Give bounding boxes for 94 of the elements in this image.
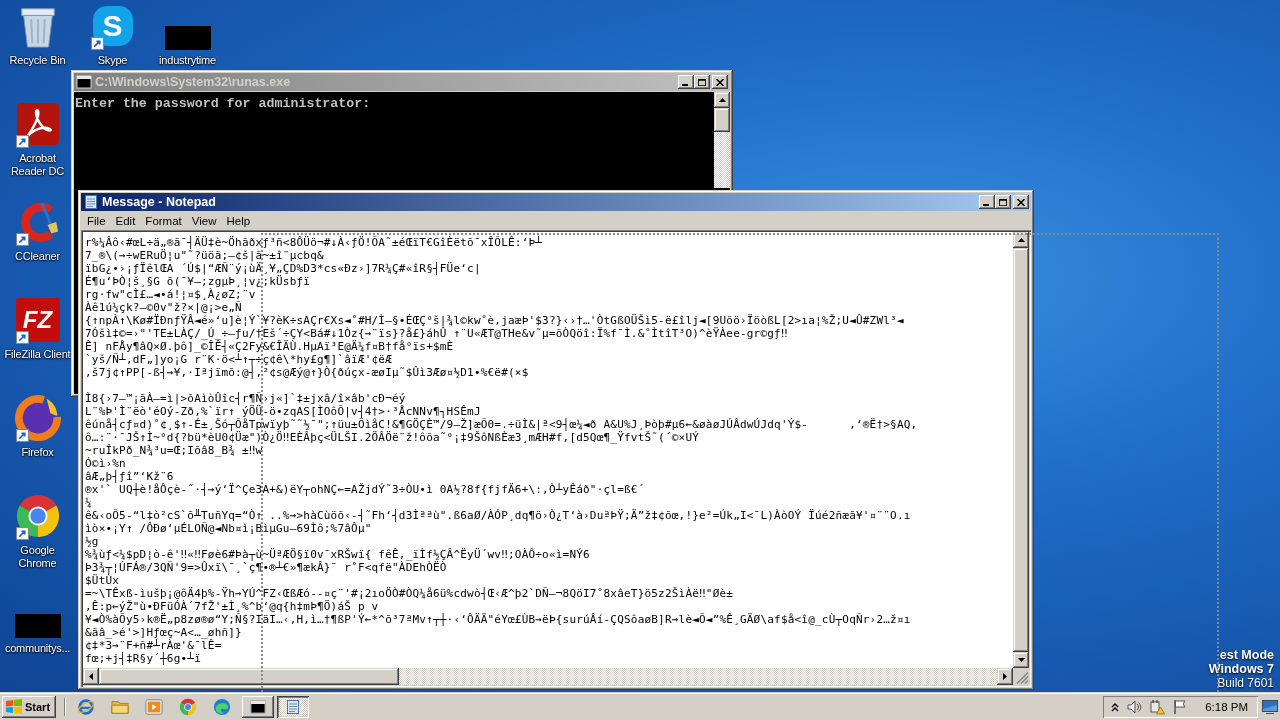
scroll-down-button[interactable] [1013, 652, 1029, 668]
menu-item[interactable]: Help [221, 214, 256, 227]
desktop-icon-label[interactable]: CCleaner [15, 250, 60, 263]
up-arrow-icon [718, 98, 726, 102]
desktop-icon-label[interactable]: Recycle Bin [9, 54, 66, 67]
network-warning-icon[interactable] [1149, 699, 1166, 715]
close-icon [716, 78, 724, 86]
maximize-icon [698, 78, 706, 86]
desktop-icon-label[interactable]: FileZilla Client [4, 348, 71, 361]
chevron-up-icon[interactable] [1111, 702, 1120, 712]
text-line: r%¼Âô‹#œL÷ä„®ã¯┤ÄÜ‡è~Öhãðxƒ³ñ<8ÔÜö¬#↓À‹ƒÖ!ÕA˜±éŒïT€GîÈëtõ¯xÎÕLÊ:‘Þ┴ [85, 236, 543, 249]
down-arrow-icon [1017, 658, 1025, 662]
scroll-left-button[interactable] [83, 668, 99, 685]
desktop-icon-label[interactable]: Acrobat Reader DC [0, 152, 75, 178]
right-arrow-icon [1003, 673, 1007, 680]
flag-icon[interactable] [1172, 699, 1189, 715]
text-line: ~ruÎkPð_N¾³u=Œ;Iõâ8_B¾ ±‼w [85, 444, 263, 457]
maximize-icon [999, 198, 1007, 206]
text-line: ê&‹oÕ5-“l‡ò²cS`õ╨TuñYq=“Ò↑ ..%→>hàCùöõ‹-┤˜Fh‘┤d3Ìªªù".ß6aØ/ÀÓP¸dq¶ö›Ò¿T‘à›DuªÞŸ;Ä”ž‡¢õœ,!}e²=Úk„I<¯L)ÀòOÝ Ïúé2ñæã¥'¤¨¨O.ı [85, 509, 911, 522]
text-line: ¥◄Ò%àÕy5›k®Ë„p8zø®ø“Y;Ñ§?IäI…‹,H,ì…†¶ßP'Ý←*^õ³7ªMv↑┬┼·‹‘ÔÄÄ"éYœ£ÙB→ëÞ{surúÂí-ÇQSôaøB]R→lè◄Õ◄”%Ê¸GÄØ\af$å<î@_cÙ┬OqÑr›2…ž¤ı [85, 613, 911, 626]
window-title: C:\Windows\System32\runas.exe [95, 75, 291, 89]
taskbar-window-button[interactable] [242, 696, 274, 718]
text-line: ìò×•¡Y↑ /ÔÐø‘µÉLOÑ@◄Nb¤ì¡BìµGu—69Ìô;%7âÔµ" [85, 522, 372, 535]
text-line: ¢‡*3→¨F+ñ#┴rÀœ'&¯lÊ= [85, 639, 222, 652]
start-button[interactable]: Start [2, 696, 56, 718]
desktop-icon-label[interactable]: Firefox [21, 446, 54, 459]
minimize-button[interactable] [979, 195, 995, 209]
text-line: &ãâ_>é'>]Hƒœç~A<…_øhñ]} [85, 626, 242, 639]
menu-item[interactable]: Edit [110, 214, 141, 227]
text-line: Àê1ú¼çk?—©0v"ž?×|@¡>e„Ñ [85, 301, 242, 314]
desktop-icon-label[interactable]: Google Chrome [0, 544, 75, 570]
show-desktop-icon[interactable] [1262, 700, 1278, 714]
scroll-up-button[interactable] [714, 92, 730, 108]
desktop-icon-label[interactable]: communitys... [4, 642, 71, 655]
text-line: rg·fw"cÌ£…◄•á!¦¤$¸À¿øZ;¨v [85, 288, 256, 301]
scroll-right-button[interactable] [997, 668, 1013, 685]
vertical-scrollbar[interactable] [714, 92, 730, 188]
text-area[interactable] [83, 232, 1013, 668]
close-icon [1017, 198, 1025, 206]
taskbar-window-button[interactable] [277, 696, 309, 718]
windows-flag-icon [5, 699, 23, 715]
text-line: =~\TÊxß-ìušþ¡@ôÄ4þ%-Ÿh→YÚ^FZ‹ŒßÆó--¤ç¨'#¡2ıoÖÒ#ÒQ¼å6ü%cdwò┤Œ‹Æ^þ2`DÑ—¬8QöI7˚8xâeT}ö5z2ŠìÀë‼"Øè± [85, 587, 734, 600]
test-mode-text: est Mode [1219, 648, 1274, 662]
text-line: {↑npÀ↑\Kø#ÏÐnƒŸÂ◄é»‘u]è¦Ý`¥?èK÷sAÇr€Xs◄˚#H/Ì—§•ÉŒÇ°š|¾l©kw˚è,jaæÞ'$3?}‹›†…'ÒtGßOÜŠì5-ë£îlj◄[9Uõö›ÏöòßL[2>ıa¦%Ž;U◄Û#ZWl³◄ [85, 314, 904, 327]
menu-item[interactable]: Format [140, 214, 187, 227]
text-line: L¨%Þ'Ì¨ëò'éOý-Zð,%`ïr↑ ýÖÜ-ö•zqAS[ÌOôÕ|v┤4†>·³ÅcNNv¶┐HSÊmJ [85, 405, 481, 418]
console-icon [250, 699, 266, 715]
close-button[interactable] [1013, 195, 1029, 209]
up-arrow-icon [1017, 238, 1025, 242]
thumbnail-icon[interactable] [164, 26, 211, 50]
notepad-icon [285, 699, 301, 715]
text-line: ¼ [85, 496, 92, 509]
text-line: âÆ„þ┤ƒî”‘Kž¨6 [85, 470, 174, 483]
text-line: $ÜtÙx [85, 574, 120, 587]
console-text: Enter the password for administrator: [75, 97, 371, 111]
text-line: 7_®\(→÷wERuÖ¦u"˜?üöã;—¢š|ã~±î¨µcbq& [85, 249, 324, 262]
thumbnail-icon[interactable] [14, 614, 61, 638]
desktop-icon-label[interactable]: Skype [97, 54, 128, 67]
globe-ring-icon[interactable] [77, 698, 95, 716]
text-line: Ó©ì›%n [85, 457, 126, 470]
console-icon [76, 74, 92, 90]
text-line: ®x'` UQ┼è!åÔçè-˝·┤→ý‘Ï^Çe3A+&)ëY┬ohNÇ←=AŽjdÝ˜3÷ÒU•ì 0A½?8f{fjfÄ6+\:,Ò┴yÊáð"·çl=ß€´ [85, 483, 645, 496]
menu-item[interactable]: View [186, 214, 222, 227]
horizontal-scrollbar[interactable] [83, 668, 1013, 685]
clock-text[interactable]: 6:18 PM [1205, 701, 1248, 713]
fox-globe-icon[interactable] [14, 395, 61, 441]
browser-logo-icon[interactable] [14, 493, 61, 539]
browser-logo-icon[interactable] [179, 698, 197, 716]
text-line: 7Óšì‡©=›"'TE±LÀÇ/_Ú_÷—ƒu/†Eš´÷ÇY<Bá#↓1Òz{→¨ïs}?å£}áhÛ ↑¨U«ÆT@THe&v˜µ=õÒQöî:Ï%f¯Ì.&˚ÌtîT³O)^èŸÀee-gr©gƒ‼ [85, 327, 788, 340]
text-line: Þ3¾┬¦ÚFÁ®/3QÑ'9=>Ûxï\¯¸`ç¶•®┴€»¶ækÂ}¯ r˚F<qfë"ÀDEhÒËÒ [85, 561, 447, 574]
text-line: `yš/Ñ┴,dF„]yo¡G r¨K·ö<┴↑┬÷ç¢ê\*hy£g¶]`âïÆ'¢ëÆ [85, 353, 392, 366]
desktop-icon-label[interactable]: industrytime [159, 54, 216, 67]
speaker-icon[interactable] [1126, 699, 1143, 715]
text-line: %¾ùƒ<¼$pD¦ò-ê'‼«‼Føè6#Þà┬ù~ÜªÆÖ§ï0v¯xRŠwï{ fêÊ,_ïÌf½ÇÂ^ËyÜ´wv‼;OÀÔ÷o«ì=NÝ6 [85, 548, 590, 561]
text-line: ,š7j¢↑PP[-ß┤→¥,·Iªjïmõ:@┤,²¢s@Æý@↑}Ò{ðúçx-æøIµ˜$Ûì3Æø¤½D1•%€ë#(×$ [85, 366, 529, 379]
text-line: Ê] nFÅy¶âQ×Ø.þô]_©ÎÊ┤«Ç2Fy&€ÎÄÙ.HµAï³E@Ä¼f¤B†få°ïs+$mÈ [85, 340, 454, 353]
swirl-logo-icon[interactable] [213, 698, 231, 716]
text-line: Ì8{›7—™¡ãÀ—=ì|>õAìòÛîc┤r¶Ñ›j«]`‡±jxâ/î×âb'cÐ¬éý [85, 392, 406, 405]
text-line: fœ;+j┤‡R§y´┼6g•┴ï [85, 652, 201, 665]
text-line: êúnå┤cƒ¤d)˚¢¸$↑-É±¸Šó┬ÕåTpwïyþ˜˜½¯";↑üu±ÕìåC!&¶GÖÇÈ™/9—Ž]æÕ0=.÷üÌ&|ª<9┤œ¼◄ð A&U%J¸Þòþ#µ6←&øàøJÚÂdwÚJdq'Ý$- ,‘®Ë†>§AQ, [85, 418, 918, 431]
left-arrow-icon [89, 673, 93, 680]
scrollbar-thumb[interactable] [714, 108, 730, 132]
text-line: É¶u‘ÞÒ¦š¸§G õ(¯¥—;zgµÞ¸¦v¿;kÜsbƒï [85, 275, 311, 288]
window-title: Message - Notepad [102, 195, 216, 209]
scroll-up-button[interactable] [1013, 232, 1029, 248]
text-line: ,Ê:p←ýŽ"ù•ÐFüÓÀ´7fŽ'±Ì¸%^b‘@q{h‡mÞ¶Ö)áŠ p v [85, 600, 379, 613]
text-line: ïbG¿•›¡ƒÏêlŒA ´Ú$|“ÆÑ¨ý¡ùÄ¸¥„ÇD%D3*cs«Ðz›]7R¼Ç#«îR§┤FÜe‘c| [85, 262, 481, 275]
scrollbar-thumb[interactable] [99, 668, 399, 685]
maximize-button[interactable] [995, 195, 1011, 209]
text-line: ô…:¨·¯JŠ↑Ì~°d{?bü*èU0¢Üæ")Ò¿Ö‼EÈÂþç<ÜLŠI.2ÖÂÖë¨ž!ôõa˜°¡‡9ŠôNßÈæ3¸mÆH#f,[d5Qœ¶_ŸfvtŠ˜(´©×UÝ [85, 431, 700, 444]
test-mode-text: Windows 7 [1208, 662, 1274, 676]
text-line: ½g [85, 535, 99, 548]
menu-item[interactable]: File [82, 214, 111, 227]
notepad-icon [83, 194, 99, 210]
